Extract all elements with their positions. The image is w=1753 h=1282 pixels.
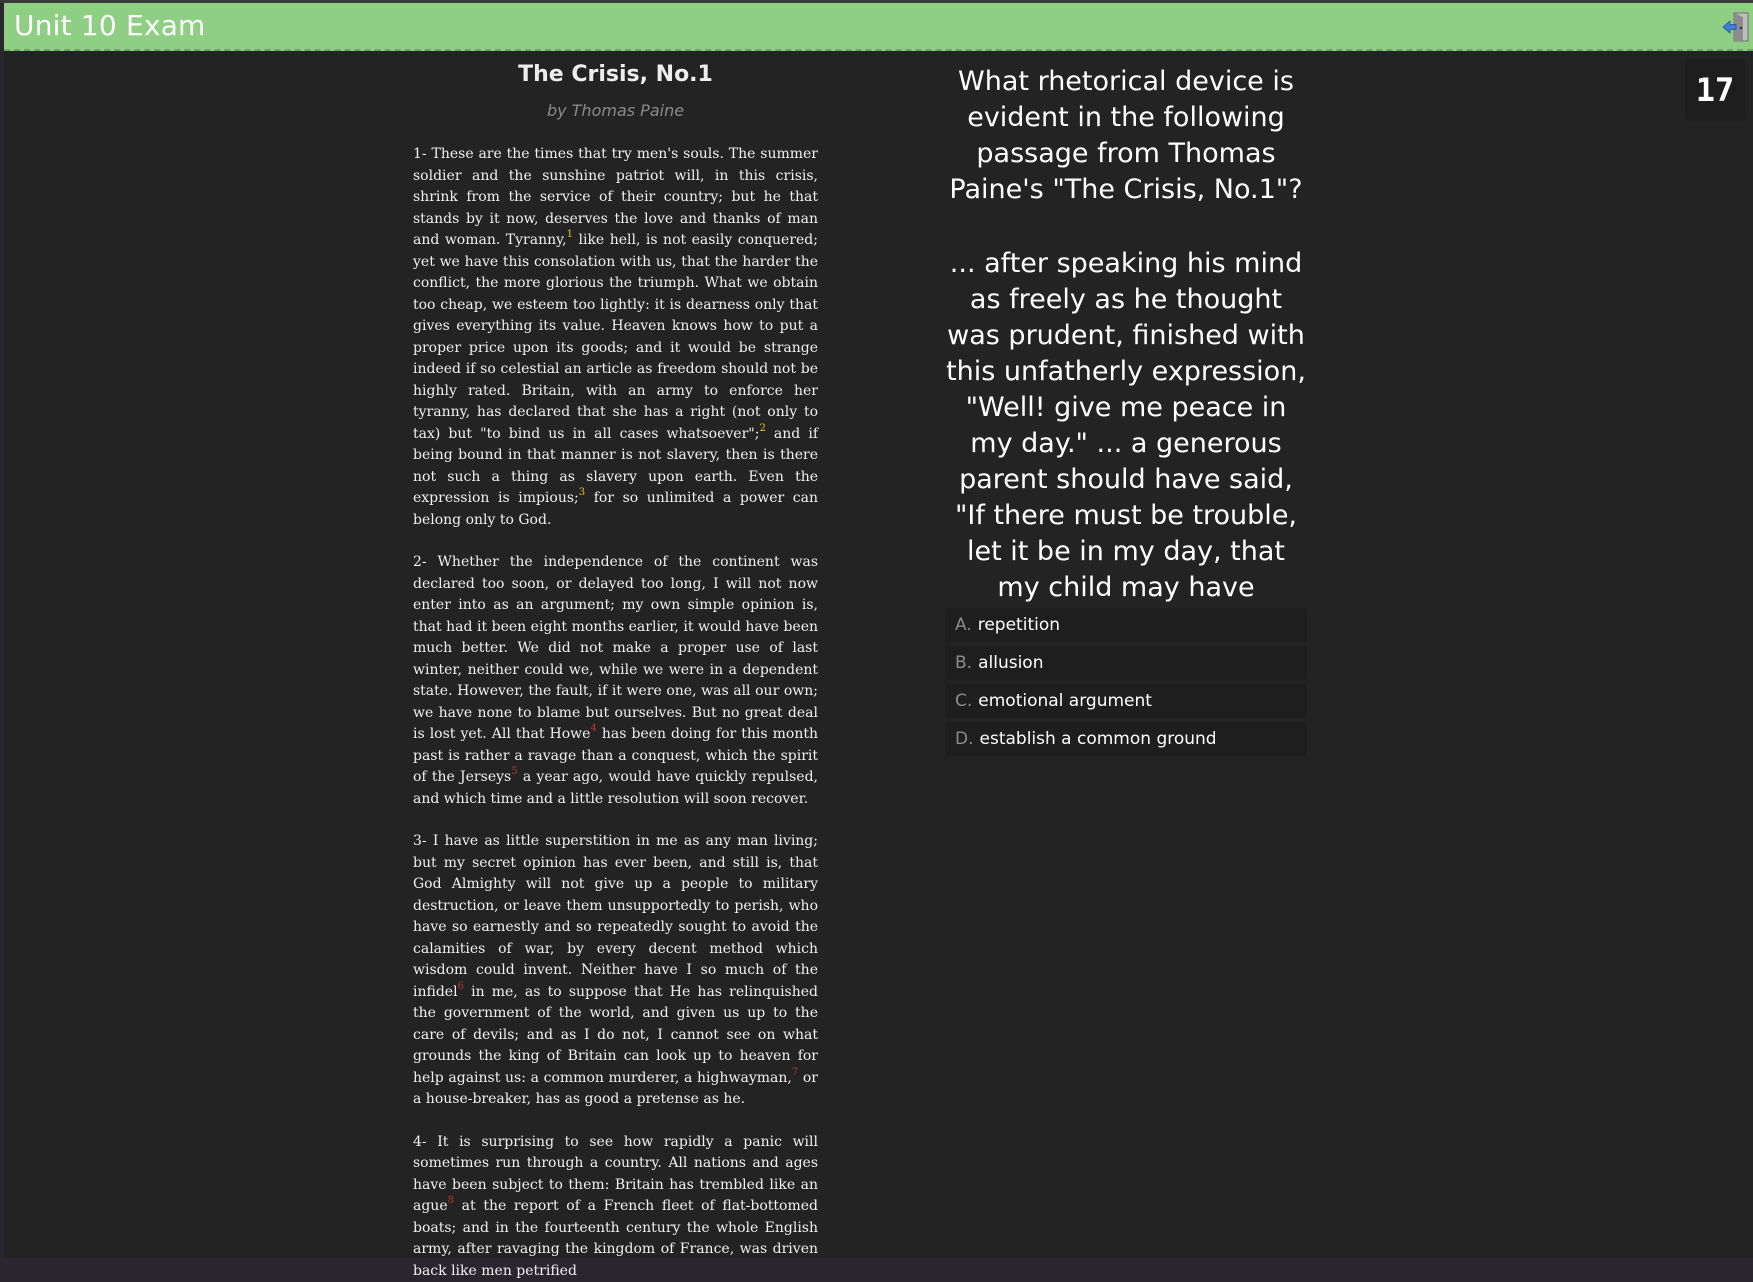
question-prompt: What rhetorical device is evident in the…: [945, 64, 1307, 642]
answer-option-b[interactable]: B. allusion: [945, 646, 1307, 680]
answer-letter: C.: [955, 691, 972, 711]
passage-author: by Thomas Paine: [413, 101, 818, 120]
passage-text: 3- I have as little superstition in me a…: [413, 833, 818, 1000]
answer-text: establish a common ground: [980, 729, 1217, 749]
answer-option-a[interactable]: A. repetition: [945, 608, 1307, 642]
passage-text: at the report of a French fleet of flat-…: [413, 1198, 818, 1279]
passage-text: in me, as to suppose that He has relinqu…: [413, 984, 818, 1086]
passage-paragraph: 3- I have as little superstition in me a…: [413, 831, 818, 1111]
answer-option-d[interactable]: D. establish a common ground: [945, 722, 1307, 756]
passage-title: The Crisis, No.1: [413, 62, 818, 87]
answer-text: emotional argument: [978, 691, 1152, 711]
question-text: What rhetorical device is evident in the…: [945, 64, 1307, 208]
exam-header-bar: Unit 10 Exam: [4, 3, 1753, 51]
exam-title: Unit 10 Exam: [14, 9, 206, 42]
passage-paragraph: 1- These are the times that try men's so…: [413, 144, 818, 531]
passage-paragraph: 4- It is surprising to see how rapidly a…: [413, 1132, 818, 1282]
answer-text: repetition: [978, 615, 1060, 635]
exam-content-area: 17: [4, 51, 1753, 1258]
answer-letter: D.: [955, 729, 974, 749]
answer-letter: A.: [955, 615, 972, 635]
answer-choices: A. repetition B. allusion C. emotional a…: [945, 608, 1307, 760]
passage-text: 2- Whether the independence of the conti…: [413, 554, 818, 742]
reading-passage[interactable]: The Crisis, No.1 by Thomas Paine 1- Thes…: [413, 62, 818, 1282]
exit-door-icon[interactable]: [1721, 11, 1751, 43]
answer-text: allusion: [978, 653, 1043, 673]
question-number-badge: 17: [1685, 59, 1745, 121]
answer-letter: B.: [955, 653, 972, 673]
passage-text: like hell, is not easily conquered; yet …: [413, 232, 818, 442]
passage-paragraph: 2- Whether the independence of the conti…: [413, 552, 818, 810]
question-quote: ... after speaking his mind as freely as…: [945, 246, 1307, 642]
answer-option-c[interactable]: C. emotional argument: [945, 684, 1307, 718]
passage-paragraphs: 1- These are the times that try men's so…: [413, 144, 818, 1282]
